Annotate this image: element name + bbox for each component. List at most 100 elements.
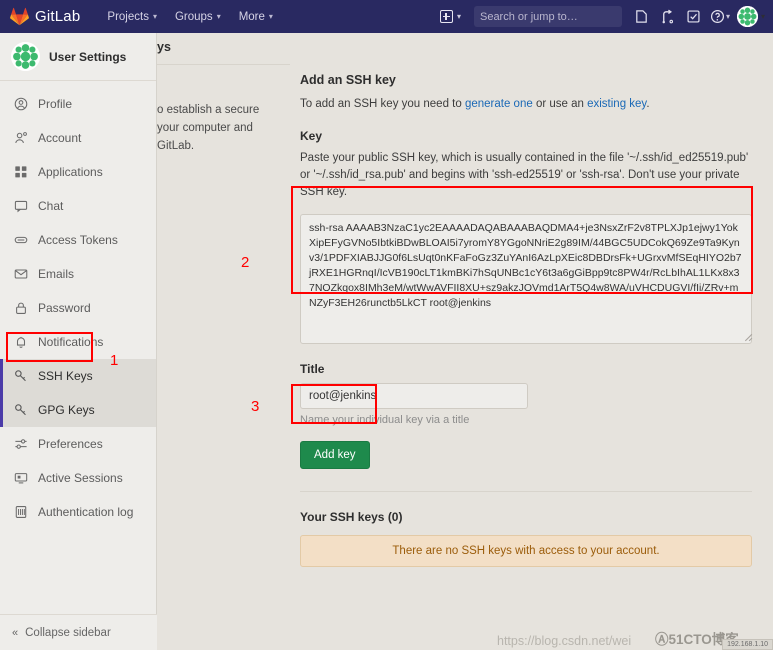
sidebar-item-chat-label: Chat	[38, 199, 64, 213]
top-nav-right-cluster: ▾ Search or jump to… ▾ ▾	[435, 0, 765, 33]
top-nav-links: Projects ▾ Groups ▾ More ▾	[98, 7, 282, 27]
sidebar-item-password[interactable]: Password	[0, 291, 156, 325]
page-title: ys	[157, 40, 171, 54]
user-menu-button[interactable]: ▾	[736, 6, 765, 27]
search-input[interactable]	[479, 10, 622, 23]
watermark-url: https://blog.csdn.net/wei	[497, 634, 632, 648]
gitlab-brand[interactable]: GitLab	[10, 7, 80, 26]
nav-item-groups[interactable]: Groups ▾	[166, 7, 230, 27]
applications-icon	[12, 165, 29, 179]
chevron-down-icon: ▾	[268, 12, 273, 21]
sidebar-item-access-tokens-label: Access Tokens	[38, 233, 118, 247]
top-navigation-bar: GitLab Projects ▾ Groups ▾ More ▾ ▾ Sear…	[0, 0, 773, 33]
emails-icon	[12, 267, 29, 281]
add-ssh-key-heading: Add an SSH key	[300, 73, 396, 87]
access-tokens-icon	[12, 233, 29, 247]
todos-button[interactable]	[682, 5, 706, 29]
sidebar-item-authentication-log[interactable]: Authentication log	[0, 495, 156, 529]
sidebar-item-gpg-keys[interactable]: GPG Keys	[0, 393, 156, 427]
nav-item-projects[interactable]: Projects ▾	[98, 7, 166, 27]
section-divider	[300, 491, 752, 492]
chevron-down-icon: ▾	[725, 12, 730, 21]
issues-icon	[636, 10, 648, 23]
your-ssh-keys-heading: Your SSH keys (0)	[300, 510, 403, 524]
sidebar-nav-list: Profile Account Applications Chat Access…	[0, 81, 156, 529]
password-lock-icon	[12, 301, 29, 315]
sidebar-item-notifications-label: Notifications	[38, 335, 104, 349]
no-ssh-keys-alert: There are no SSH keys with access to you…	[300, 535, 752, 567]
todos-icon	[687, 10, 701, 23]
sidebar-item-profile-label: Profile	[38, 97, 73, 111]
help-icon	[710, 9, 724, 24]
issues-button[interactable]	[630, 5, 654, 29]
sidebar-item-access-tokens[interactable]: Access Tokens	[0, 223, 156, 257]
page-description-line-1: o establish a secure	[157, 104, 260, 116]
nav-item-projects-label: Projects	[107, 10, 149, 23]
generate-one-link[interactable]: generate one	[465, 98, 533, 110]
ssh-key-textarea[interactable]	[300, 214, 752, 344]
sidebar-item-emails[interactable]: Emails	[0, 257, 156, 291]
sidebar-item-gpg-keys-label: GPG Keys	[38, 403, 95, 417]
search-box[interactable]	[473, 6, 622, 27]
sidebar-item-preferences-label: Preferences	[38, 437, 103, 451]
nav-item-more-label: More	[238, 10, 265, 23]
desc-prefix: To add an SSH key you need to	[300, 98, 465, 110]
gitlab-ssh-keys-page: GitLab Projects ▾ Groups ▾ More ▾ ▾ Sear…	[0, 0, 773, 650]
title-input[interactable]	[300, 383, 528, 409]
gpg-key-icon	[12, 403, 29, 417]
chevron-down-icon: ▾	[216, 12, 221, 21]
gitlab-logo-icon	[10, 7, 29, 26]
sidebar-item-emails-label: Emails	[38, 267, 75, 281]
authentication-log-icon	[12, 505, 29, 519]
sidebar-item-authentication-log-label: Authentication log	[38, 505, 134, 519]
sidebar-item-applications[interactable]: Applications	[0, 155, 156, 189]
sidebar-item-chat[interactable]: Chat	[0, 189, 156, 223]
page-description: o establish a secure your computer and G…	[157, 101, 284, 155]
key-field-description: Paste your public SSH key, which is usua…	[300, 152, 749, 198]
sidebar-item-active-sessions[interactable]: Active Sessions	[0, 461, 156, 495]
existing-key-link[interactable]: existing key	[587, 98, 646, 110]
merge-requests-icon	[663, 9, 674, 24]
plus-square-icon	[439, 10, 453, 23]
desc-suffix: .	[646, 98, 650, 110]
add-key-button[interactable]: Add key	[300, 441, 370, 469]
sidebar-item-ssh-keys[interactable]: SSH Keys	[0, 359, 156, 393]
profile-icon	[12, 97, 29, 111]
sidebar-item-active-sessions-label: Active Sessions	[38, 471, 123, 485]
notifications-bell-icon	[12, 335, 29, 349]
user-settings-sidebar: User Settings Profile Account Applicatio…	[0, 33, 157, 650]
sidebar-item-notifications[interactable]: Notifications	[0, 325, 156, 359]
collapse-sidebar-label: Collapse sidebar	[25, 626, 111, 639]
double-chevron-left-icon: «	[12, 626, 19, 639]
sidebar-item-profile[interactable]: Profile	[0, 87, 156, 121]
sidebar-title: User Settings	[49, 49, 127, 64]
page-heading-column: ys o establish a secure your computer an…	[157, 33, 290, 650]
sidebar-item-preferences[interactable]: Preferences	[0, 427, 156, 461]
nav-item-groups-label: Groups	[174, 10, 213, 23]
sidebar-item-password-label: Password	[38, 301, 91, 315]
nav-item-more[interactable]: More ▾	[230, 7, 282, 27]
collapse-sidebar-button[interactable]: « Collapse sidebar	[0, 614, 157, 650]
merge-requests-button[interactable]	[656, 5, 680, 29]
help-button[interactable]: ▾	[708, 5, 732, 29]
title-helper-text: Name your individual key via a title	[300, 414, 470, 426]
ssh-key-textarea-wrapper	[300, 214, 755, 344]
ssh-key-icon	[12, 369, 29, 383]
sidebar-item-ssh-keys-label: SSH Keys	[38, 369, 93, 383]
sidebar-item-account-label: Account	[38, 131, 82, 145]
user-avatar-identicon	[736, 6, 758, 27]
chevron-down-icon: ▾	[152, 12, 157, 21]
active-sessions-icon	[12, 471, 29, 485]
sidebar-item-account[interactable]: Account	[0, 121, 156, 155]
page-title-divider	[157, 64, 290, 65]
settings-avatar-identicon	[11, 42, 40, 71]
desc-middle: or use an	[532, 98, 588, 110]
sidebar-header[interactable]: User Settings	[0, 33, 156, 81]
key-field-label: Key	[300, 129, 323, 143]
ssh-key-form-panel: Add an SSH key To add an SSH key you nee…	[290, 33, 773, 650]
chevron-down-icon: ▾	[760, 12, 765, 21]
brand-label: GitLab	[35, 8, 81, 25]
create-new-button[interactable]: ▾	[435, 7, 466, 26]
page-description-line-2: your computer and GitLab.	[157, 122, 253, 152]
sidebar-item-applications-label: Applications	[38, 165, 103, 179]
